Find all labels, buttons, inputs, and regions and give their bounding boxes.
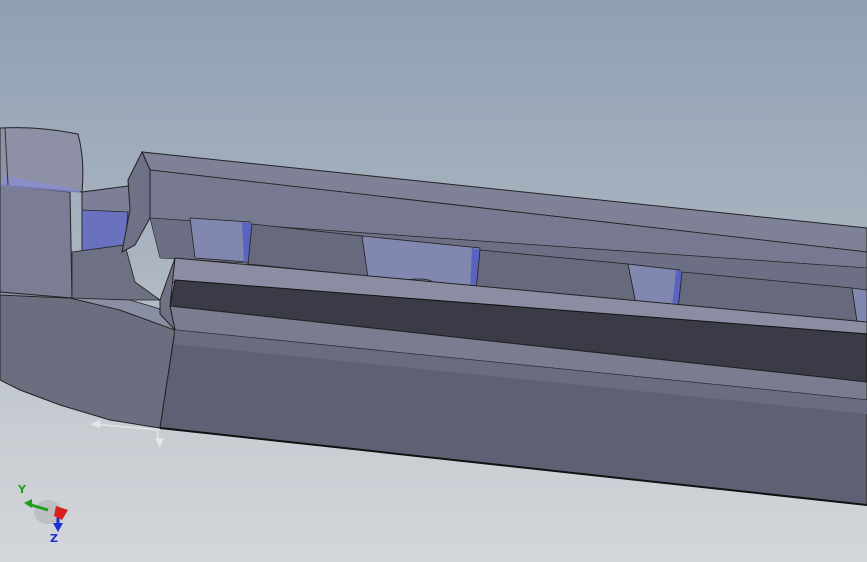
graphics-viewport[interactable]: Y Z (0, 0, 867, 562)
neck-lower (71, 244, 162, 301)
left-block-front (0, 184, 73, 299)
z-axis-label: Z (50, 532, 58, 544)
cad-model[interactable] (0, 0, 867, 562)
y-axis-label: Y (17, 483, 27, 496)
orientation-triad: Y Z (17, 483, 68, 544)
